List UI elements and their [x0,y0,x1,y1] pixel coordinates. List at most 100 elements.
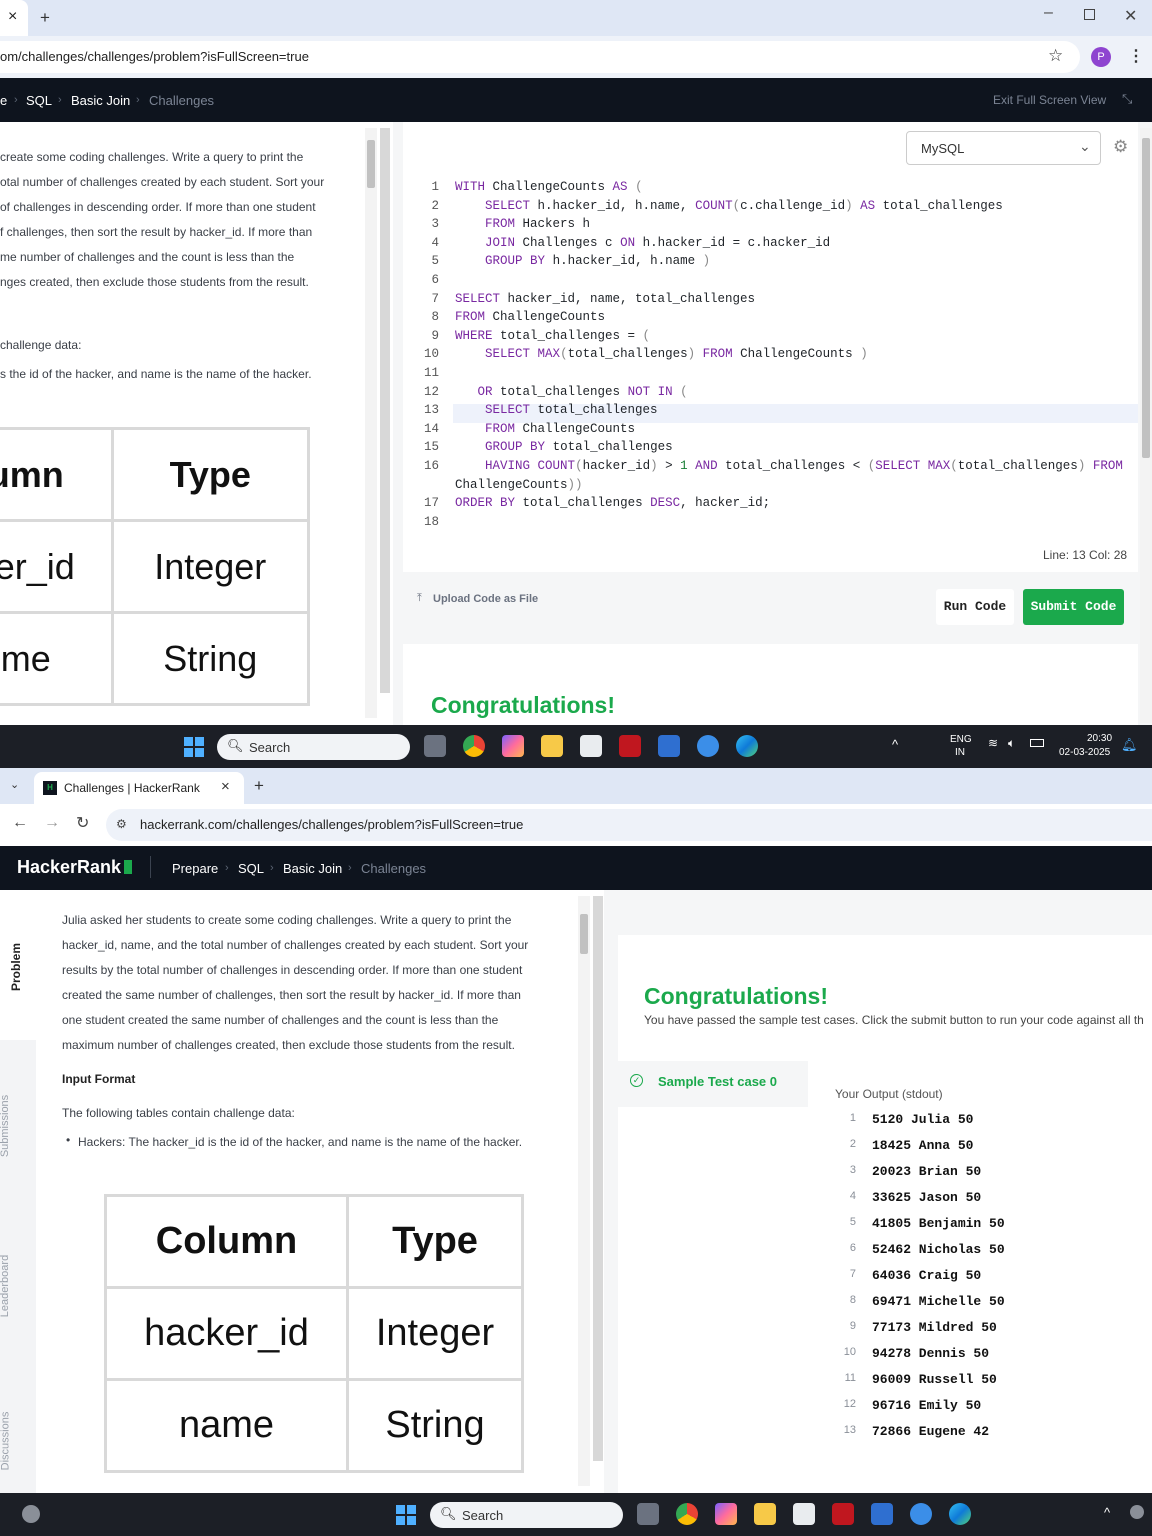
language-eng[interactable]: ENG [950,734,972,745]
task-view-icon[interactable] [424,735,446,757]
problem-scrollbar[interactable] [365,128,377,718]
breadcrumb-basic-join[interactable]: Basic Join [283,861,342,876]
app-icon[interactable] [910,1503,932,1525]
new-tab-icon[interactable]: + [254,776,264,796]
code-text[interactable]: OR total_challenges NOT IN ( [455,385,688,399]
chevron-up-icon[interactable]: ^ [892,737,898,752]
copilot-icon[interactable] [502,735,524,757]
code-text[interactable]: SELECT total_challenges [455,403,658,417]
sample-test-case-tab[interactable]: ✓ Sample Test case 0 [618,1061,808,1107]
editor-scrollbar[interactable] [1140,128,1152,723]
store-icon[interactable] [793,1503,815,1525]
scrollbar-thumb[interactable] [580,914,588,954]
clock-time[interactable]: 20:30 [1087,733,1112,744]
new-tab-icon[interactable]: + [40,8,50,28]
upload-code-link[interactable]: Upload Code as File [433,593,538,605]
settings-gear-icon[interactable]: ⚙ [1113,137,1128,157]
windows-start-icon[interactable] [396,1505,416,1525]
clock-date[interactable]: 02-03-2025 [1059,747,1110,758]
tab-close-icon[interactable]: × [221,778,230,795]
reload-icon[interactable]: ↻ [76,813,89,833]
problem-scrollbar[interactable] [578,896,590,1486]
battery-icon[interactable] [1030,739,1044,747]
url-field[interactable]: om/challenges/challenges/problem?isFullS… [0,41,1080,73]
code-text[interactable]: ChallengeCounts)) [455,478,583,492]
menu-dots-icon[interactable]: ⋮ [1128,46,1144,66]
tab-discussions[interactable]: Discussions [0,1412,11,1471]
pane-divider[interactable] [593,896,603,1461]
breadcrumb-basic-join[interactable]: Basic Join [71,93,130,108]
notification-bell-icon[interactable]: 🔔︎ [1121,737,1138,753]
collapse-icon[interactable]: ⤡ [1122,91,1132,107]
upload-icon[interactable]: ⤒ [417,592,422,605]
taskbar-search[interactable]: 🔍︎ Search [217,734,410,760]
app-icon[interactable] [871,1503,893,1525]
chevron-up-icon[interactable]: ^ [1104,1505,1110,1520]
code-lines[interactable]: 1 WITH ChallengeCounts AS (2 SELECT h.hac… [403,180,1143,540]
active-tab[interactable]: H Challenges | HackerRank × [34,772,244,804]
tab-close-icon[interactable]: × [8,8,17,26]
edge-icon[interactable] [949,1503,971,1525]
exit-full-screen-link[interactable]: Exit Full Screen View [993,93,1106,107]
code-text[interactable]: SELECT MAX(total_challenges) FROM Challe… [455,347,868,361]
chrome-icon[interactable] [463,735,485,757]
app-icon[interactable] [697,735,719,757]
code-text[interactable]: FROM ChallengeCounts [455,310,605,324]
scrollbar-thumb[interactable] [367,140,375,188]
code-text[interactable]: HAVING COUNT(hacker_id) > 1 AND total_ch… [455,459,1123,473]
volume-icon[interactable]: 🔈︎ [1008,736,1015,751]
breadcrumb-prepare[interactable]: e [0,93,7,108]
scrollbar-thumb[interactable] [1142,138,1150,458]
code-text[interactable]: ORDER BY total_challenges DESC, hacker_i… [455,496,770,510]
bookmark-star-icon[interactable]: ☆ [1048,46,1063,66]
edge-icon[interactable] [736,735,758,757]
output-line-number: 8 [849,1294,856,1306]
store-icon[interactable] [580,735,602,757]
windows-start-icon[interactable] [184,737,204,757]
breadcrumb-sql[interactable]: SQL [26,93,52,108]
code-text[interactable]: GROUP BY total_challenges [455,440,673,454]
code-text[interactable]: FROM ChallengeCounts [455,422,635,436]
taskbar-search[interactable]: 🔍︎ Search [430,1502,623,1528]
wifi-icon[interactable]: ≋ [988,736,998,750]
tab-search-chevron-icon[interactable]: ⌄ [10,778,19,791]
chrome-icon[interactable] [676,1503,698,1525]
task-view-icon[interactable] [637,1503,659,1525]
url-field[interactable]: ⚙ hackerrank.com/challenges/challenges/p… [106,809,1152,841]
tray-icon[interactable] [1130,1505,1144,1519]
code-text[interactable]: FROM Hackers h [455,217,590,231]
restore-icon[interactable] [1084,9,1095,20]
active-tab[interactable]: × [0,0,28,36]
profile-avatar[interactable]: P [1091,47,1111,67]
tab-leaderboard[interactable]: Leaderboard [0,1255,11,1317]
mcafee-icon[interactable] [832,1503,854,1525]
tab-problem[interactable]: Problem [0,890,36,1040]
pane-divider[interactable] [380,128,390,693]
mcafee-icon[interactable] [619,735,641,757]
file-explorer-icon[interactable] [541,735,563,757]
file-explorer-icon[interactable] [754,1503,776,1525]
hackerrank-logo[interactable]: HackerRank [17,857,121,878]
forward-arrow-icon[interactable]: → [44,814,60,832]
tab-submissions[interactable]: Submissions [0,1095,11,1157]
weather-icon[interactable] [22,1505,40,1523]
breadcrumb-sql[interactable]: SQL [238,861,264,876]
run-code-button[interactable]: Run Code [936,589,1014,625]
submit-code-button[interactable]: Submit Code [1023,589,1124,625]
statement-line: nges created, then exclude those student… [0,275,309,289]
breadcrumb-prepare[interactable]: Prepare [172,861,218,876]
code-text[interactable]: SELECT h.hacker_id, h.name, COUNT(c.chal… [455,199,1003,213]
copilot-icon[interactable] [715,1503,737,1525]
app-icon[interactable] [658,735,680,757]
code-text[interactable]: GROUP BY h.hacker_id, h.name ) [455,254,710,268]
code-text[interactable]: JOIN Challenges c ON h.hacker_id = c.hac… [455,236,830,250]
window-close-icon[interactable]: ✕ [1124,6,1137,26]
code-text[interactable]: WITH ChallengeCounts AS ( [455,180,643,194]
code-text[interactable]: SELECT hacker_id, name, total_challenges [455,292,755,306]
back-arrow-icon[interactable]: ← [12,814,28,832]
language-in[interactable]: IN [955,747,965,758]
code-text[interactable]: WHERE total_challenges = ( [455,329,650,343]
minimize-icon[interactable]: – [1044,4,1053,22]
site-info-icon[interactable]: ⚙ [116,817,127,831]
language-select[interactable]: MySQL ⌄ [906,131,1101,165]
